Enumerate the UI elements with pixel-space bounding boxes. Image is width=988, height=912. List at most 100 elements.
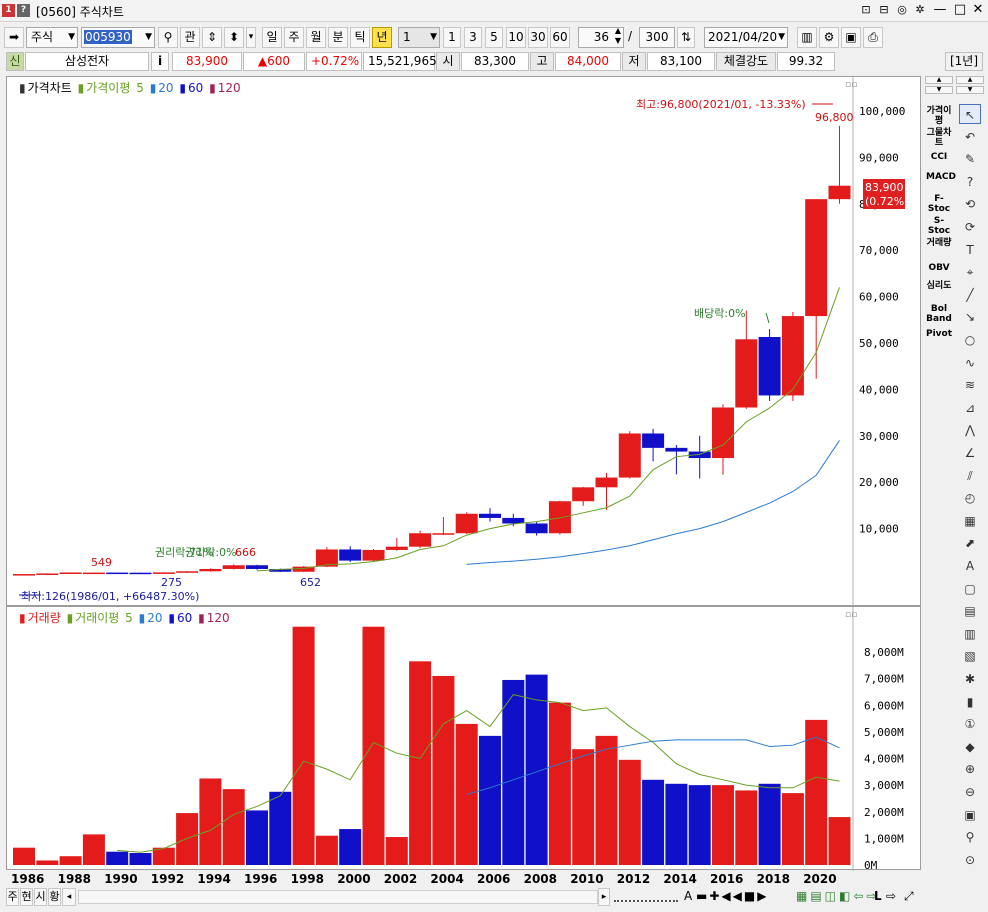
- indicator-button[interactable]: 가격이평: [926, 106, 952, 126]
- chart-type-icon[interactable]: ▥: [797, 27, 817, 48]
- scroll-left-icon[interactable]: ◂: [62, 888, 76, 906]
- pin-icon[interactable]: ⊙: [959, 850, 981, 870]
- help-icon[interactable]: ?: [17, 4, 30, 17]
- trend-icon[interactable]: ⬈: [959, 533, 981, 553]
- indicator-button[interactable]: MACD: [926, 172, 956, 182]
- window-icon[interactable]: ▢: [959, 579, 981, 599]
- count-input[interactable]: 36 ▲ ▼: [578, 26, 624, 48]
- tab-minute[interactable]: 분: [328, 27, 348, 48]
- doc-icon[interactable]: ▤: [959, 601, 981, 621]
- fibonacci-icon[interactable]: ≋: [959, 375, 981, 395]
- code-input[interactable]: 005930 ▼: [81, 27, 155, 48]
- volume-chart-panel[interactable]: ▮ 거래량 ▮ 거래이평 5 ▮ 20 ▮ 60 ▮ 120 ▫▫ 8,000M 7,000…: [6, 606, 921, 871]
- unit-button-60[interactable]: 60: [550, 27, 570, 48]
- zoom-in-icon[interactable]: ⊕: [959, 759, 981, 779]
- export-icons[interactable]: ▦▤◫◧⇦⇨: [796, 889, 879, 903]
- bottom-tab-week[interactable]: 주: [6, 888, 19, 906]
- tools-up-icon[interactable]: ▲: [956, 76, 984, 84]
- line-icon[interactable]: ╱: [959, 285, 981, 305]
- search-icon[interactable]: ⚲: [959, 827, 981, 847]
- sort-icon[interactable]: ⇕: [202, 27, 222, 48]
- link-button[interactable]: 관: [180, 27, 200, 48]
- indicator-button[interactable]: OBV: [926, 263, 952, 273]
- info-icon[interactable]: i: [151, 52, 169, 71]
- bottom-tab-market[interactable]: 시: [34, 888, 47, 906]
- help-icon[interactable]: ?: [959, 172, 981, 192]
- tab-month[interactable]: 월: [306, 27, 326, 48]
- app-number-icon[interactable]: 1: [2, 4, 15, 17]
- magnet-icon[interactable]: ⌖: [959, 262, 981, 282]
- gann-icon[interactable]: ⊿: [959, 398, 981, 418]
- close-icon[interactable]: ✕: [968, 1, 988, 19]
- arrow-menu-icon[interactable]: ➡: [4, 27, 24, 48]
- angle-icon[interactable]: ∠: [959, 443, 981, 463]
- wave-icon[interactable]: ∿: [959, 353, 981, 373]
- apply-icon[interactable]: ⇅: [677, 27, 695, 48]
- sidebar-down-icon[interactable]: ▼: [925, 86, 953, 94]
- updown-icon[interactable]: ⬍: [224, 27, 244, 48]
- cursor-icon[interactable]: ↖: [959, 104, 981, 124]
- stock-name[interactable]: 삼성전자: [25, 52, 149, 71]
- zoom-controls-icon[interactable]: ▬✚◀◀■▶: [696, 889, 768, 903]
- date-select[interactable]: 2021/04/20 ▼: [704, 27, 788, 48]
- number-icon[interactable]: ①: [959, 714, 981, 734]
- indicator-button[interactable]: S-Stoc: [926, 216, 952, 236]
- layout-icon[interactable]: ⊟: [874, 1, 894, 19]
- ray-icon[interactable]: ↘: [959, 307, 981, 327]
- fit-icon[interactable]: L: [874, 889, 882, 903]
- settings-icon[interactable]: ✱: [959, 669, 981, 689]
- indicator-button[interactable]: 그물차트: [926, 128, 952, 148]
- indicator-button[interactable]: Pivot: [926, 329, 952, 339]
- text-icon[interactable]: T: [959, 240, 981, 260]
- save-icon[interactable]: ▣: [841, 27, 861, 48]
- bottom-tab-status[interactable]: 황: [48, 888, 61, 906]
- print-icon[interactable]: ⎙: [863, 27, 883, 48]
- tools-down-icon[interactable]: ▼: [956, 86, 984, 94]
- rotate-right-icon[interactable]: ⟳: [959, 217, 981, 237]
- arrow-right-icon[interactable]: ⇨: [886, 889, 896, 903]
- unit-button-10[interactable]: 10: [506, 27, 526, 48]
- circle-icon[interactable]: ○: [959, 330, 981, 350]
- eraser-icon[interactable]: ✎: [959, 149, 981, 169]
- scroll-right-icon[interactable]: ▸: [598, 888, 610, 906]
- price-chart-panel[interactable]: ▮ 가격차트 ▮ 가격이평 5 ▮ 20 ▮ 60 ▮ 120 ▫▫ 100,000 90,…: [6, 76, 921, 607]
- indicator-button[interactable]: 심리도: [926, 281, 952, 291]
- tab-tick[interactable]: 틱: [350, 27, 370, 48]
- channel-icon[interactable]: ⫽: [959, 466, 981, 486]
- sidebar-up-icon[interactable]: ▲: [925, 76, 953, 84]
- indicator-button[interactable]: Bol Band: [926, 304, 952, 324]
- compare-icon[interactable]: ▧: [959, 646, 981, 666]
- bottom-tab-current[interactable]: 현: [20, 888, 33, 906]
- spinner-icon[interactable]: ▲ ▼: [615, 26, 621, 46]
- market-select[interactable]: 주식 ▼: [26, 27, 78, 48]
- expand-icon[interactable]: ⤢: [904, 889, 914, 904]
- excel-icon[interactable]: ▣: [959, 805, 981, 825]
- pin-window-icon[interactable]: ⊡: [856, 1, 876, 19]
- unit-button-30[interactable]: 30: [528, 27, 548, 48]
- font-size-icon[interactable]: A: [684, 889, 692, 903]
- camera-icon[interactable]: ◎: [892, 1, 912, 19]
- auto-icon[interactable]: A: [959, 556, 981, 576]
- settings-icon[interactable]: ⚙: [819, 27, 839, 48]
- tab-week[interactable]: 주: [284, 27, 304, 48]
- chevron-down-icon[interactable]: ▾: [246, 27, 256, 48]
- zoom-slider[interactable]: [614, 892, 678, 902]
- grid-icon[interactable]: ▦: [959, 511, 981, 531]
- indicator-button[interactable]: 거래량: [926, 238, 952, 248]
- unit-button-3[interactable]: 3: [464, 27, 482, 48]
- minimize-icon[interactable]: —: [930, 1, 950, 19]
- unit-select[interactable]: 1 ▼: [398, 27, 440, 48]
- indicator-button[interactable]: F-Stoc: [926, 194, 952, 214]
- unit-button-1[interactable]: 1: [443, 27, 461, 48]
- tab-day[interactable]: 일: [262, 27, 282, 48]
- mark-icon[interactable]: ◆: [959, 737, 981, 757]
- candle-icon[interactable]: ▮: [959, 692, 981, 712]
- cycle-icon[interactable]: ◴: [959, 488, 981, 508]
- rotate-left-icon[interactable]: ⟲: [959, 194, 981, 214]
- fan-icon[interactable]: ⋀: [959, 420, 981, 440]
- undo-icon[interactable]: ↶: [959, 127, 981, 147]
- magnifier-icon[interactable]: ⚲: [158, 27, 178, 48]
- maximize-icon[interactable]: □: [950, 1, 970, 19]
- chart-icon[interactable]: ▥: [959, 624, 981, 644]
- unit-button-5[interactable]: 5: [485, 27, 503, 48]
